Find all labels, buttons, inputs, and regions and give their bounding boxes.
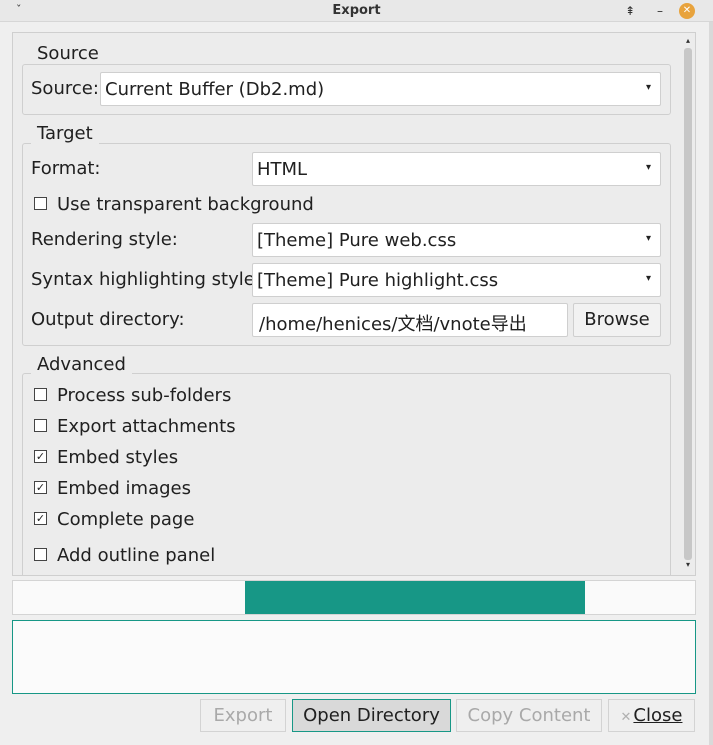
process-subfolders-label: Process sub-folders	[57, 385, 232, 406]
check-icon: ✓	[34, 511, 47, 525]
copy-content-button[interactable]: Copy Content	[456, 699, 602, 732]
close-window-icon[interactable]: ✕	[679, 3, 695, 19]
format-select-value: HTML	[257, 159, 308, 180]
rendering-style-value: [Theme] Pure web.css	[257, 230, 457, 251]
process-subfolders-checkbox[interactable]: Process sub-folders	[34, 385, 231, 406]
vertical-scrollbar[interactable]: ▴ ▾	[681, 32, 695, 576]
complete-page-label: Complete page	[57, 509, 195, 530]
scroll-down-icon[interactable]: ▾	[683, 560, 693, 570]
open-directory-button[interactable]: Open Directory	[292, 699, 451, 732]
rendering-style-label: Rendering style:	[31, 229, 178, 250]
chevron-down-icon: ▾	[646, 162, 652, 173]
checkbox-box	[34, 387, 47, 401]
export-progress-bar	[12, 580, 696, 615]
chevron-down-icon: ▾	[646, 233, 652, 244]
embed-styles-label: Embed styles	[57, 447, 179, 468]
output-directory-value: /home/henices/文档/vnote导出	[259, 314, 527, 335]
format-label: Format:	[31, 158, 101, 179]
syntax-style-select[interactable]: [Theme] Pure highlight.css ▾	[252, 263, 661, 297]
export-attachments-label: Export attachments	[57, 416, 236, 437]
complete-page-checkbox[interactable]: ✓ Complete page	[34, 509, 194, 530]
syntax-style-label: Syntax highlighting style:	[31, 269, 261, 290]
window-title: Export	[332, 3, 381, 18]
check-icon: ✓	[34, 449, 47, 463]
export-button[interactable]: Export	[200, 699, 286, 732]
source-label: Source:	[31, 78, 99, 99]
close-icon: ✕	[620, 710, 632, 725]
close-button-label: Close	[633, 705, 683, 726]
checkbox-box	[34, 418, 47, 432]
format-select[interactable]: HTML ▾	[252, 152, 661, 186]
source-group-title: Source	[31, 43, 105, 64]
embed-images-label: Embed images	[57, 478, 191, 499]
minimize-icon[interactable]: –	[652, 3, 668, 19]
syntax-style-value: [Theme] Pure highlight.css	[257, 270, 499, 291]
embed-images-checkbox[interactable]: ✓ Embed images	[34, 478, 191, 499]
check-icon: ✓	[34, 480, 47, 494]
transparent-background-checkbox[interactable]: Use transparent background	[34, 194, 314, 215]
rendering-style-select[interactable]: [Theme] Pure web.css ▾	[252, 223, 661, 257]
add-outline-panel-checkbox[interactable]: Add outline panel	[34, 545, 215, 566]
source-select[interactable]: Current Buffer (Db2.md) ▾	[100, 72, 661, 106]
export-attachments-checkbox[interactable]: Export attachments	[34, 416, 236, 437]
checkbox-box	[34, 547, 47, 561]
export-log-output[interactable]	[12, 620, 696, 694]
output-directory-input[interactable]: /home/henices/文档/vnote导出	[252, 303, 568, 337]
source-select-value: Current Buffer (Db2.md)	[105, 79, 325, 100]
chevron-down-icon: ▾	[646, 82, 652, 93]
transparent-background-label: Use transparent background	[57, 194, 314, 215]
background-window-edge	[709, 22, 713, 745]
scroll-up-icon[interactable]: ▴	[683, 36, 693, 46]
embed-styles-checkbox[interactable]: ✓ Embed styles	[34, 447, 178, 468]
progress-fill	[245, 581, 585, 614]
browse-button[interactable]: Browse	[573, 303, 661, 337]
output-directory-label: Output directory:	[31, 309, 185, 330]
settings-scroll-area: Source Source: Current Buffer (Db2.md) ▾…	[12, 32, 696, 576]
add-outline-panel-label: Add outline panel	[57, 545, 216, 566]
checkbox-box	[34, 196, 47, 210]
pin-icon[interactable]: ⇞	[622, 3, 638, 19]
scrollbar-thumb[interactable]	[684, 48, 692, 560]
chevron-down-icon: ▾	[646, 273, 652, 284]
target-group-title: Target	[31, 123, 99, 144]
close-button[interactable]: ✕ Close	[608, 699, 695, 732]
title-bar: ˇ Export ⇞ – ✕	[0, 0, 713, 22]
advanced-group-title: Advanced	[31, 354, 132, 375]
